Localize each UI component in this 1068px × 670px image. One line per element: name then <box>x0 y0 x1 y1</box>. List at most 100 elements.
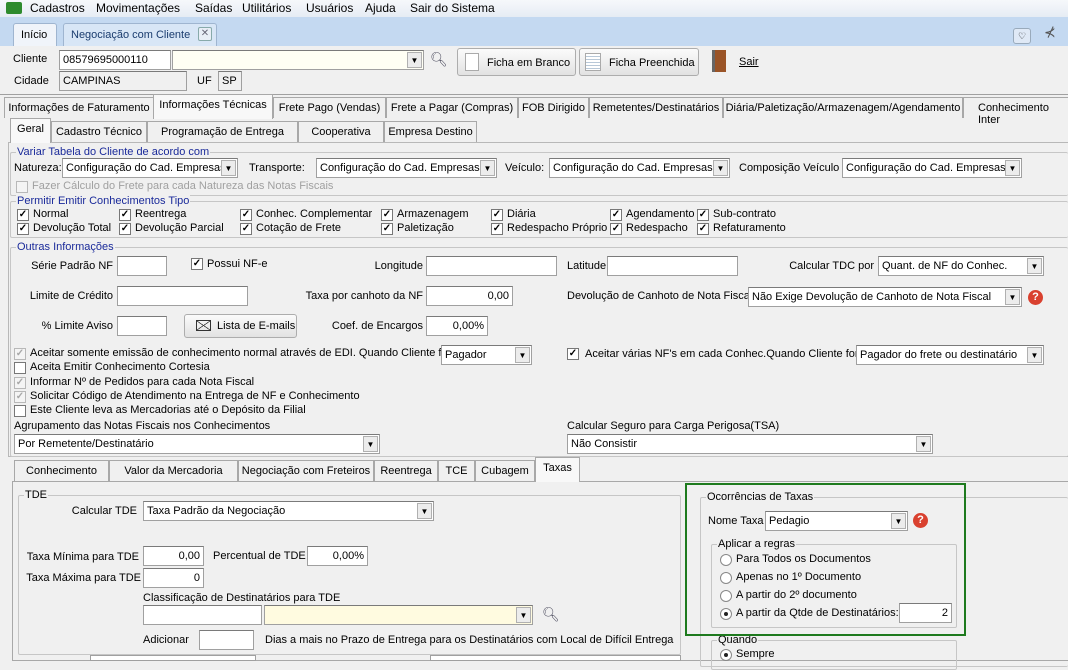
help-icon[interactable]: ? <box>1028 290 1043 305</box>
permitir-checkbox[interactable]: ✓ <box>491 223 503 235</box>
permitir-checkbox[interactable]: ✓ <box>381 209 393 221</box>
chevron-down-icon[interactable]: ♡ <box>1013 28 1031 44</box>
ficha-preenchida-button[interactable]: Ficha Preenchida <box>579 48 699 76</box>
tab-reentrega[interactable]: Reentrega <box>374 460 438 481</box>
search-icon[interactable]: 🔍︎ <box>430 51 448 68</box>
dropdown-arrow-icon[interactable]: ▼ <box>516 607 531 623</box>
dropdown-arrow-icon[interactable]: ▼ <box>713 160 728 176</box>
agrupamento-select[interactable]: Por Remetente/Destinatário ▼ <box>14 434 380 454</box>
permitir-checkbox[interactable]: ✓ <box>240 223 252 235</box>
dropdown-arrow-icon[interactable]: ▼ <box>515 347 530 363</box>
menu-sair-do-sistema[interactable]: Sair do Sistema <box>410 1 495 15</box>
fazer-calculo-checkbox[interactable] <box>16 181 28 193</box>
longitude-input[interactable] <box>426 256 557 276</box>
natureza-select[interactable]: Configuração do Cad. Empresas ▼ <box>62 158 238 178</box>
taxa-minima-input[interactable]: 0,00 <box>143 546 204 566</box>
tab-valor-mercadoria[interactable]: Valor da Mercadoria <box>109 460 238 481</box>
outras-checkbox[interactable] <box>14 405 26 417</box>
search-icon[interactable]: 🔍︎ <box>542 606 560 623</box>
subtab-programacao-entrega[interactable]: Programação de Entrega <box>147 121 298 142</box>
calcular-tdc-select[interactable]: Quant. de NF do Conhec. ▼ <box>878 256 1044 276</box>
aceitar-varias-checkbox[interactable]: ✓ <box>567 348 579 360</box>
dropdown-arrow-icon[interactable]: ▼ <box>1005 160 1020 176</box>
dropdown-arrow-icon[interactable]: ▼ <box>1027 258 1042 274</box>
tab-conhecimento-inter[interactable]: Conhecimento Inter <box>963 97 1068 126</box>
tab-negociacao-freteiros[interactable]: Negociação com Freteiros <box>238 460 374 481</box>
permitir-checkbox[interactable]: ✓ <box>491 209 503 221</box>
permitir-checkbox[interactable]: ✓ <box>610 223 622 235</box>
outras-checkbox[interactable]: ✓ <box>14 348 26 360</box>
dropdown-arrow-icon[interactable]: ▼ <box>1005 289 1020 305</box>
tab-informacoes-tecnicas[interactable]: Informações Técnicas <box>153 94 273 119</box>
dropdown-arrow-icon[interactable]: ▼ <box>417 503 432 519</box>
menu-cadastros[interactable]: Cadastros <box>30 1 85 15</box>
taxa-canhoto-input[interactable]: 0,00 <box>426 286 513 306</box>
veiculo-select[interactable]: Configuração do Cad. Empresas ▼ <box>549 158 730 178</box>
menu-ajuda[interactable]: Ajuda <box>365 1 396 15</box>
possui-nfe-checkbox[interactable]: ✓ <box>191 258 203 270</box>
menu-utilitarios[interactable]: Utilitários <box>242 1 291 15</box>
permitir-checkbox[interactable]: ✓ <box>381 223 393 235</box>
calcular-tde-select[interactable]: Taxa Padrão da Negociação ▼ <box>143 501 434 521</box>
tab-fob-dirigido[interactable]: FOB Dirigido <box>518 97 589 118</box>
subtab-cooperativa[interactable]: Cooperativa <box>298 121 384 142</box>
outras-checkbox[interactable] <box>14 362 26 374</box>
tab-conhecimento[interactable]: Conhecimento <box>14 460 109 481</box>
doc-tab-negociacao[interactable]: Negociação com Cliente ✕ <box>63 23 217 46</box>
ficha-em-branco-button[interactable]: Ficha em Branco <box>457 48 576 76</box>
permitir-checkbox[interactable]: ✓ <box>240 209 252 221</box>
devolucao-canhoto-select[interactable]: Não Exige Devolução de Canhoto de Nota F… <box>748 287 1022 307</box>
menu-movimentacoes[interactable]: Movimentações <box>96 1 180 15</box>
dropdown-arrow-icon[interactable]: ▼ <box>480 160 495 176</box>
tab-cubagem[interactable]: Cubagem <box>475 460 535 481</box>
outras-checkbox[interactable]: ✓ <box>14 391 26 403</box>
limite-aviso-input[interactable] <box>117 316 167 336</box>
percentual-tde-input[interactable]: 0,00% <box>307 546 368 566</box>
tab-frete-a-pagar[interactable]: Frete a Pagar (Compras) <box>386 97 518 118</box>
menu-saidas[interactable]: Saídas <box>195 1 232 15</box>
limite-credito-input[interactable] <box>117 286 248 306</box>
lista-emails-button[interactable]: Lista de E-mails <box>184 314 297 338</box>
permitir-checkbox[interactable]: ✓ <box>119 209 131 221</box>
dropdown-arrow-icon[interactable]: ▼ <box>407 52 422 68</box>
permitir-checkbox[interactable]: ✓ <box>17 209 29 221</box>
permitir-checkbox[interactable]: ✓ <box>610 209 622 221</box>
dropdown-arrow-icon[interactable]: ▼ <box>221 160 236 176</box>
edi-quando-select[interactable]: Pagador ▼ <box>441 345 532 365</box>
tab-taxas[interactable]: Taxas <box>535 457 580 482</box>
classificacao-code-input[interactable] <box>143 605 262 625</box>
coef-encargos-input[interactable]: 0,00% <box>426 316 488 336</box>
door-exit-icon[interactable] <box>712 50 726 72</box>
permitir-checkbox[interactable]: ✓ <box>697 209 709 221</box>
aceitar-varias-select[interactable]: Pagador do frete ou destinatário ▼ <box>856 345 1044 365</box>
subtab-cadastro-tecnico[interactable]: Cadastro Técnico <box>51 121 147 142</box>
pin-icon[interactable]: ⊀ <box>1044 24 1056 41</box>
dropdown-arrow-icon[interactable]: ▼ <box>1027 347 1042 363</box>
subtab-empresa-destino[interactable]: Empresa Destino <box>384 121 477 142</box>
taxa-maxima-input[interactable]: 0 <box>143 568 204 588</box>
menu-usuarios[interactable]: Usuários <box>306 1 353 15</box>
sair-button[interactable]: Sair <box>739 56 759 68</box>
tab-tce[interactable]: TCE <box>438 460 475 481</box>
seguro-select[interactable]: Não Consistir ▼ <box>567 434 933 454</box>
tab-frete-pago[interactable]: Frete Pago (Vendas) <box>273 97 386 118</box>
classificacao-combo[interactable]: ▼ <box>264 605 533 625</box>
doc-tab-inicio[interactable]: Início <box>13 23 57 46</box>
subtab-geral[interactable]: Geral <box>10 118 51 143</box>
dropdown-arrow-icon[interactable]: ▼ <box>916 436 931 452</box>
serie-input[interactable] <box>117 256 167 276</box>
quando-sempre-radio[interactable] <box>720 649 732 661</box>
permitir-checkbox[interactable]: ✓ <box>17 223 29 235</box>
composicao-select[interactable]: Configuração do Cad. Empresas ▼ <box>842 158 1022 178</box>
adicionar-dias-input[interactable] <box>199 630 254 650</box>
close-tab-icon[interactable]: ✕ <box>198 27 212 41</box>
permitir-checkbox[interactable]: ✓ <box>119 223 131 235</box>
transporte-select[interactable]: Configuração do Cad. Empresas ▼ <box>316 158 497 178</box>
permitir-checkbox[interactable]: ✓ <box>697 223 709 235</box>
dropdown-arrow-icon[interactable]: ▼ <box>363 436 378 452</box>
latitude-input[interactable] <box>607 256 738 276</box>
outras-checkbox[interactable]: ✓ <box>14 377 26 389</box>
tab-remetentes-destinatarios[interactable]: Remetentes/Destinatários <box>589 97 723 118</box>
cliente-code-input[interactable]: 08579695000110 <box>59 50 171 70</box>
tab-informacoes-faturamento[interactable]: Informações de Faturamento <box>4 97 154 118</box>
